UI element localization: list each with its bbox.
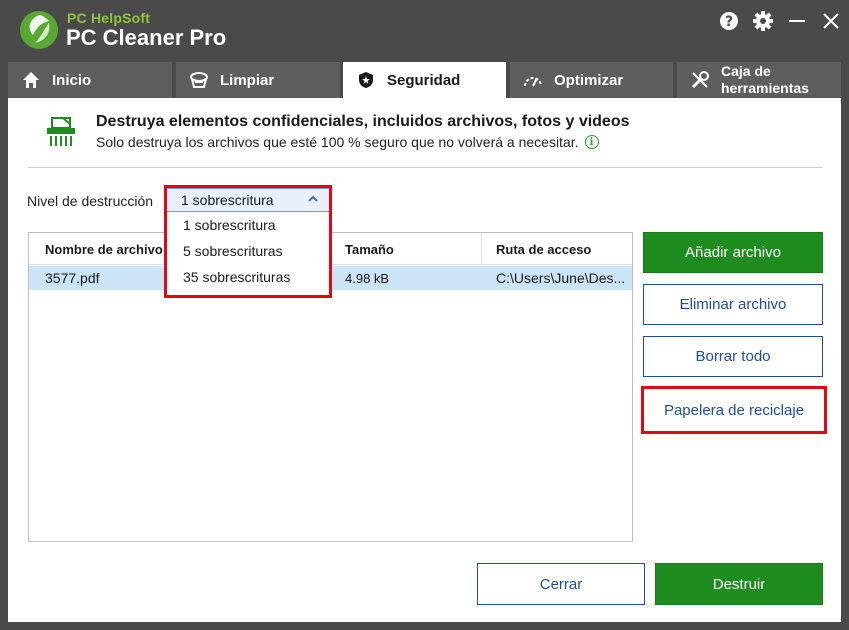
file-table: Nombre de archivo Tamaño Ruta de acceso …	[28, 232, 633, 542]
tab-label-line2: herramientas	[721, 80, 809, 96]
tab-label: Limpiar	[220, 71, 275, 89]
column-separator	[331, 233, 332, 265]
tab-label: Seguridad	[387, 71, 461, 89]
option-5-overwrites[interactable]: 5 sobrescrituras	[167, 238, 329, 264]
shredder-icon	[47, 117, 75, 146]
section-title: Destruya elementos confidenciales, inclu…	[96, 113, 630, 130]
tab-caja-de-herramientas[interactable]: Caja de herramientas	[677, 62, 841, 98]
security-panel: Destruya elementos confidenciales, inclu…	[8, 98, 841, 622]
tab-label: Caja de herramientas	[721, 63, 809, 97]
tab-optimizar[interactable]: Optimizar	[510, 62, 673, 98]
main-tabs: Inicio Limpiar Seguridad Optimizar Caja …	[0, 62, 849, 98]
title-bar: PC HelpSoft PC Cleaner Pro ?	[0, 0, 849, 62]
column-header-filename[interactable]: Nombre de archivo	[45, 233, 163, 265]
app-logo-icon	[20, 11, 58, 49]
tab-label: Inicio	[52, 71, 92, 89]
svg-text:?: ?	[725, 14, 733, 30]
shield-icon	[355, 69, 377, 91]
minimize-icon[interactable]	[786, 10, 808, 32]
table-row[interactable]: 3577.pdf 4.98 kB C:\Users\June\Des...	[29, 266, 632, 290]
tab-seguridad[interactable]: Seguridad	[343, 62, 506, 98]
clear-all-button[interactable]: Borrar todo	[643, 336, 823, 377]
option-1-overwrite[interactable]: 1 sobrescritura	[167, 212, 329, 238]
remove-file-button[interactable]: Eliminar archivo	[643, 284, 823, 325]
gear-icon[interactable]	[752, 10, 774, 32]
destruction-level-select[interactable]: 1 sobrescritura	[166, 188, 330, 212]
tab-inicio[interactable]: Inicio	[8, 62, 172, 98]
destruction-level-label: Nivel de destrucción	[27, 193, 154, 209]
column-header-path[interactable]: Ruta de acceso	[496, 233, 591, 265]
add-file-button[interactable]: Añadir archivo	[643, 232, 823, 273]
option-35-overwrites[interactable]: 35 sobrescrituras	[167, 264, 329, 290]
select-value: 1 sobrescritura	[181, 192, 274, 208]
tab-limpiar[interactable]: Limpiar	[176, 62, 340, 98]
section-subtitle-text: Solo destruya los archivos que esté 100 …	[96, 134, 579, 150]
destruction-level-options: 1 sobrescritura 5 sobrescrituras 35 sobr…	[166, 212, 330, 296]
speedometer-icon	[522, 69, 544, 91]
home-icon	[20, 69, 42, 91]
close-icon[interactable]	[820, 10, 842, 32]
cell-size: 4.98 kB	[345, 270, 390, 286]
column-header-size[interactable]: Tamaño	[345, 233, 394, 265]
tab-label-line1: Caja de	[721, 63, 771, 79]
destroy-button[interactable]: Destruir	[655, 563, 823, 605]
tools-icon	[689, 69, 711, 91]
tab-label: Optimizar	[554, 71, 624, 89]
section-subtitle: Solo destruya los archivos que esté 100 …	[96, 134, 599, 150]
column-separator	[481, 233, 482, 265]
header-divider	[28, 167, 823, 168]
table-header: Nombre de archivo Tamaño Ruta de acceso	[29, 233, 632, 265]
close-button[interactable]: Cerrar	[477, 563, 645, 605]
brand-company: PC HelpSoft	[67, 10, 151, 26]
cell-path: C:\Users\June\Des...	[496, 270, 626, 286]
recycle-bin-button[interactable]: Papelera de reciclaje	[646, 390, 822, 430]
chevron-up-icon	[308, 195, 318, 202]
app-title: PC Cleaner Pro	[66, 25, 227, 50]
help-icon[interactable]: ?	[718, 10, 740, 32]
info-icon[interactable]: i	[584, 135, 599, 149]
broom-icon	[188, 69, 210, 91]
